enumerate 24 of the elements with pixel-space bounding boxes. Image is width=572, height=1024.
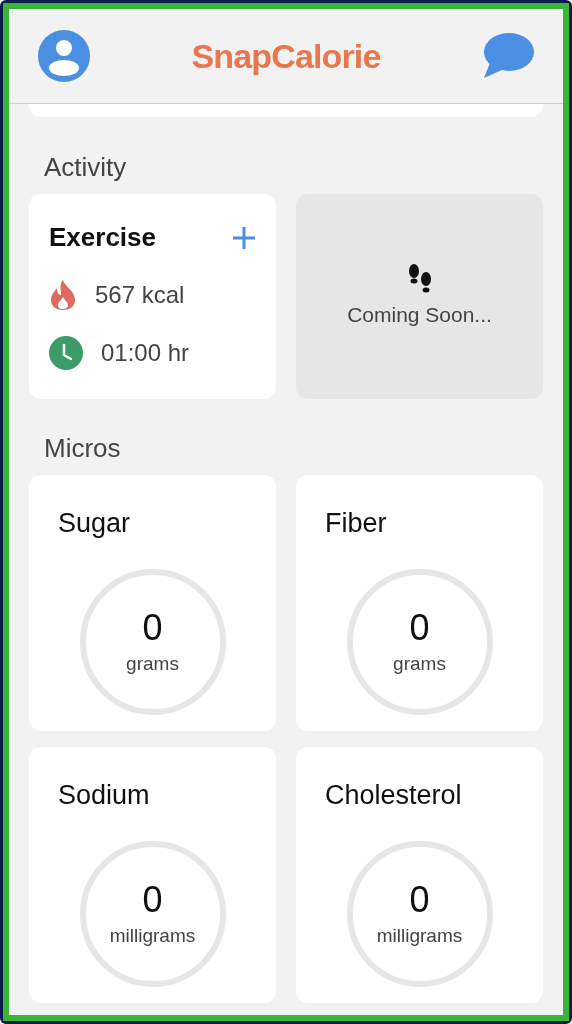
unit-label: milligrams [376,924,463,948]
card-title: Exercise [49,221,156,254]
plus-icon[interactable] [232,225,256,250]
nutrient-name: Cholesterol [325,779,462,811]
clock-icon [49,336,83,370]
coming-soon-text: Coming Soon... [347,301,492,328]
profile-icon[interactable] [38,30,90,82]
unit-label: milligrams [109,924,196,948]
flame-icon [49,279,77,311]
nutrient-value: 0 [409,608,430,648]
nutrient-name: Sodium [58,779,150,811]
section-heading: Micros [44,432,122,465]
nutrient-name: Sugar [58,507,131,539]
calories-text: 567 kcal [95,280,185,310]
chat-bubble-icon[interactable] [482,33,534,79]
nutrient-value: 0 [142,608,163,648]
unit-label: grams [126,652,179,676]
nutrient-value: 0 [409,880,430,920]
unit-label: grams [393,652,446,676]
section-heading: Activity [44,151,128,184]
nutrient-name: Fiber [325,507,387,539]
duration-text: 01:00 hr [101,338,190,368]
app-title: SnapCalorie [191,35,381,77]
nutrient-value: 0 [142,880,163,920]
